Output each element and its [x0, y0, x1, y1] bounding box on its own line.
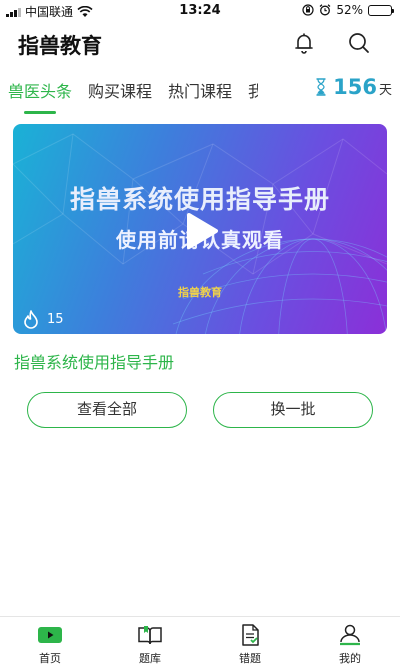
status-right: 52%	[302, 3, 394, 17]
hourglass-icon	[316, 78, 326, 96]
search-icon[interactable]	[346, 30, 372, 56]
countdown-unit: 天	[378, 83, 392, 98]
bell-icon[interactable]	[291, 30, 317, 56]
view-all-button[interactable]: 查看全部	[27, 392, 187, 428]
status-bar: 中国联通 13:24 52%	[0, 0, 400, 20]
nav-question-bank-label: 题库	[139, 652, 161, 665]
exam-countdown[interactable]: 156 天	[315, 75, 392, 99]
video-title-overlay: 指兽系统使用指导手册	[69, 185, 330, 214]
tab-purchased-courses[interactable]: 购买课程	[88, 78, 152, 102]
document-icon	[242, 624, 259, 646]
alarm-icon	[319, 4, 331, 16]
featured-video-card[interactable]: 指兽系统使用指导手册 使用前请认真观看 指兽教育 15	[13, 124, 387, 334]
app-title: 指兽教育	[18, 34, 102, 58]
video-brand-overlay: 指兽教育	[178, 286, 222, 299]
fire-icon	[24, 310, 38, 329]
active-tab-indicator	[24, 111, 56, 114]
bottom-navigation: 首页 题库 错题 我的	[0, 616, 400, 666]
orientation-lock-icon	[302, 4, 314, 16]
profile-icon	[340, 624, 360, 646]
nav-wrong-answers-label: 错题	[239, 652, 261, 665]
battery-icon	[368, 4, 394, 16]
nav-profile-label: 我的	[339, 652, 361, 665]
nav-question-bank[interactable]: 题库	[115, 623, 185, 666]
nav-wrong-answers[interactable]: 错题	[215, 623, 285, 666]
book-icon	[138, 626, 162, 645]
video-caption[interactable]: 指兽系统使用指导手册	[14, 349, 174, 373]
battery-percent: 52%	[336, 3, 363, 17]
category-tabs: 兽医头条 购买课程 热门课程 我 156 天	[0, 70, 400, 116]
countdown-number: 156	[333, 75, 377, 99]
tab-popular-courses[interactable]: 热门课程	[168, 78, 232, 102]
nav-home-label: 首页	[39, 652, 61, 665]
nav-home[interactable]: 首页	[15, 623, 85, 666]
refresh-batch-button[interactable]: 换一批	[213, 392, 373, 428]
play-icon[interactable]	[185, 212, 219, 250]
nav-profile[interactable]: 我的	[315, 623, 385, 666]
tab-mine[interactable]: 我	[248, 78, 258, 102]
view-count: 15	[23, 310, 64, 329]
app-header: 指兽教育	[0, 22, 400, 66]
tab-vet-headlines[interactable]: 兽医头条	[8, 78, 72, 102]
tab-strip[interactable]: 兽医头条 购买课程 热门课程 我	[0, 70, 258, 116]
view-count-value: 15	[47, 312, 64, 327]
play-icon	[38, 627, 62, 643]
